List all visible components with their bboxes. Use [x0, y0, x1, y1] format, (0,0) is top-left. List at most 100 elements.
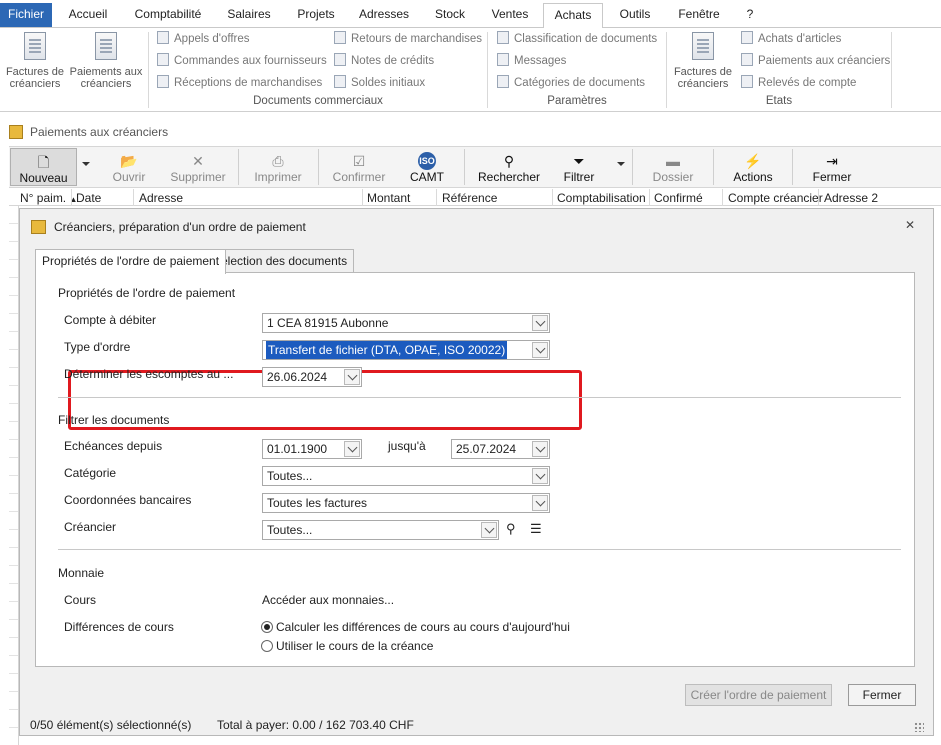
- tab-selection-documents[interactable]: Sélection des documents: [206, 249, 355, 273]
- menu-tab-help[interactable]: ?: [740, 3, 760, 27]
- menu-tab-stock[interactable]: Stock: [426, 3, 474, 27]
- menu-tab-fenetre[interactable]: Fenêtre: [670, 3, 728, 27]
- document-icon: [334, 75, 346, 88]
- fermer-toolbar-button[interactable]: ⇥ Fermer: [800, 148, 864, 186]
- ribbon-categories-documents[interactable]: Catégories de documents: [497, 75, 645, 91]
- chevron-down-icon[interactable]: [532, 468, 548, 484]
- compte-debiter-select[interactable]: 1 CEA 81915 Aubonne: [262, 313, 550, 333]
- chevron-down-icon[interactable]: [344, 369, 360, 385]
- tab-proprietes[interactable]: Propriétés de l'ordre de paiement: [35, 249, 227, 274]
- type-ordre-select[interactable]: Transfert de fichier (DTA, OPAE, ISO 200…: [262, 340, 550, 360]
- chevron-down-icon[interactable]: [532, 441, 548, 457]
- escomptes-date-picker[interactable]: 26.06.2024: [262, 367, 362, 387]
- window-title-bar: Paiements aux créanciers: [0, 122, 941, 144]
- menu-tab-projets[interactable]: Projets: [288, 3, 344, 27]
- radio-utiliser-cours-creance[interactable]: Utiliser le cours de la créance: [261, 639, 433, 653]
- filtrer-button[interactable]: ⏷ Filtrer: [555, 148, 603, 186]
- chevron-down-icon[interactable]: [532, 342, 548, 358]
- column-header-comptabilisation[interactable]: Comptabilisation: [557, 191, 646, 205]
- binoculars-icon[interactable]: ⚲: [506, 521, 516, 537]
- column-header-compte-creancier[interactable]: Compte créancier: [728, 191, 823, 205]
- nouveau-dropdown-arrow[interactable]: [82, 162, 90, 166]
- resize-grip-icon[interactable]: [914, 722, 924, 732]
- ribbon-receptions-marchandises[interactable]: Réceptions de marchandises: [157, 75, 322, 91]
- column-header-montant[interactable]: Montant: [367, 191, 410, 205]
- ribbon-appels-offres[interactable]: Appels d'offres: [157, 31, 250, 47]
- column-header-reference[interactable]: Référence: [442, 191, 497, 205]
- payment-window-icon: [31, 220, 46, 234]
- column-header-adresse-2[interactable]: Adresse 2: [824, 191, 878, 205]
- menu-tab-outils[interactable]: Outils: [610, 3, 660, 27]
- confirmer-button[interactable]: ☑ Confirmer: [326, 148, 392, 186]
- categorie-label: Catégorie: [64, 466, 117, 480]
- report-icon: [741, 53, 753, 66]
- fermer-dialog-button[interactable]: Fermer: [848, 684, 916, 706]
- ribbon-releves-compte[interactable]: Relevés de compte: [741, 75, 856, 91]
- radio-calculer-differences[interactable]: Calculer les différences de cours au cou…: [261, 620, 570, 634]
- actions-button[interactable]: ⚡ Actions: [721, 148, 785, 186]
- window-title: Paiements aux créanciers: [30, 125, 169, 139]
- binoculars-icon: ⚲: [503, 153, 515, 169]
- new-document-icon: 🗋: [37, 154, 50, 170]
- rechercher-button[interactable]: ⚲ Rechercher: [472, 148, 546, 186]
- echeances-to-date-picker[interactable]: 25.07.2024: [451, 439, 550, 459]
- creancier-select[interactable]: Toutes...: [262, 520, 499, 540]
- column-header-no-paiement[interactable]: N° paim. ▲: [20, 191, 77, 205]
- chevron-down-icon[interactable]: [481, 522, 497, 538]
- message-icon: [497, 53, 509, 66]
- group-label-documents: Documents commerciaux: [253, 95, 383, 107]
- ribbon-soldes-initiaux[interactable]: Soldes initiaux: [334, 75, 425, 91]
- lightning-icon: ⚡: [744, 153, 762, 169]
- section-title-filtrer: Filtrer les documents: [58, 413, 170, 427]
- supprimer-button[interactable]: ✕ Supprimer: [165, 148, 231, 186]
- acceder-monnaies-link[interactable]: Accéder aux monnaies...: [262, 593, 394, 607]
- imprimer-button[interactable]: ⎙ Imprimer: [245, 148, 311, 186]
- categorie-select[interactable]: Toutes...: [262, 466, 550, 486]
- creer-ordre-paiement-button[interactable]: Créer l'ordre de paiement: [685, 684, 832, 706]
- ribbon-etat-paiements-creanciers[interactable]: Paiements aux créanciers: [741, 53, 890, 69]
- column-header-adresse[interactable]: Adresse: [139, 191, 183, 205]
- menu-tab-achats[interactable]: Achats: [543, 3, 603, 29]
- ouvrir-button[interactable]: 📂 Ouvrir: [101, 148, 157, 186]
- creancier-label: Créancier: [64, 520, 117, 534]
- coordonnees-bancaires-select[interactable]: Toutes les factures: [262, 493, 550, 513]
- status-bar: 0/50 élément(s) sélectionné(s) Total à p…: [19, 714, 934, 736]
- chevron-down-icon[interactable]: [532, 495, 548, 511]
- print-icon: ⎙: [272, 153, 284, 169]
- ribbon-factures-label: Factures de créanciers: [5, 66, 65, 90]
- ribbon-classification-documents[interactable]: Classification de documents: [497, 31, 657, 47]
- ribbon-paiements-label: Paiements aux créanciers: [69, 66, 143, 90]
- close-icon[interactable]: ✕: [904, 219, 916, 231]
- menu-tab-fichier[interactable]: Fichier: [0, 3, 52, 27]
- ribbon-paiements-creanciers-button[interactable]: Paiements aux créanciers: [68, 32, 144, 90]
- ribbon-retours-marchandises[interactable]: Retours de marchandises: [334, 31, 482, 47]
- compte-debiter-label: Compte à débiter: [64, 313, 157, 327]
- ribbon-etat-factures-label: Factures de créanciers: [673, 66, 733, 90]
- ribbon-messages[interactable]: Messages: [497, 53, 566, 69]
- column-header-confirme[interactable]: Confirmé: [654, 191, 703, 205]
- echeances-from-date-picker[interactable]: 01.01.1900: [262, 439, 362, 459]
- menu-tab-comptabilite[interactable]: Comptabilité: [126, 3, 210, 27]
- document-icon: [334, 31, 346, 44]
- ribbon-notes-credits[interactable]: Notes de crédits: [334, 53, 434, 69]
- menu-tab-accueil[interactable]: Accueil: [60, 3, 116, 27]
- differences-cours-label: Différences de cours: [64, 620, 174, 634]
- delete-icon: ✕: [192, 153, 204, 169]
- list-icon[interactable]: ☰: [530, 521, 542, 537]
- chevron-down-icon[interactable]: [344, 441, 360, 457]
- menu-tab-adresses[interactable]: Adresses: [352, 3, 416, 27]
- grid-rows-background: [9, 206, 19, 745]
- chevron-down-icon[interactable]: [532, 315, 548, 331]
- dossier-button[interactable]: ▬ Dossier: [640, 148, 706, 186]
- ribbon-etat-factures-button[interactable]: Factures de créanciers: [670, 32, 736, 90]
- status-selected-count: 0/50 élément(s) sélectionné(s): [30, 718, 192, 732]
- filtrer-dropdown-arrow[interactable]: [617, 162, 625, 166]
- camt-button[interactable]: ISO CAMT: [397, 148, 457, 186]
- column-header-date[interactable]: Date: [76, 191, 101, 205]
- ribbon-achats-articles[interactable]: Achats d'articles: [741, 31, 841, 47]
- menu-tab-ventes[interactable]: Ventes: [484, 3, 536, 27]
- ribbon-commandes-fournisseurs[interactable]: Commandes aux fournisseurs: [157, 53, 327, 69]
- menu-tab-salaires[interactable]: Salaires: [220, 3, 278, 27]
- nouveau-button[interactable]: 🗋 Nouveau: [10, 148, 77, 186]
- ribbon-factures-creanciers-button[interactable]: Factures de créanciers: [2, 32, 68, 90]
